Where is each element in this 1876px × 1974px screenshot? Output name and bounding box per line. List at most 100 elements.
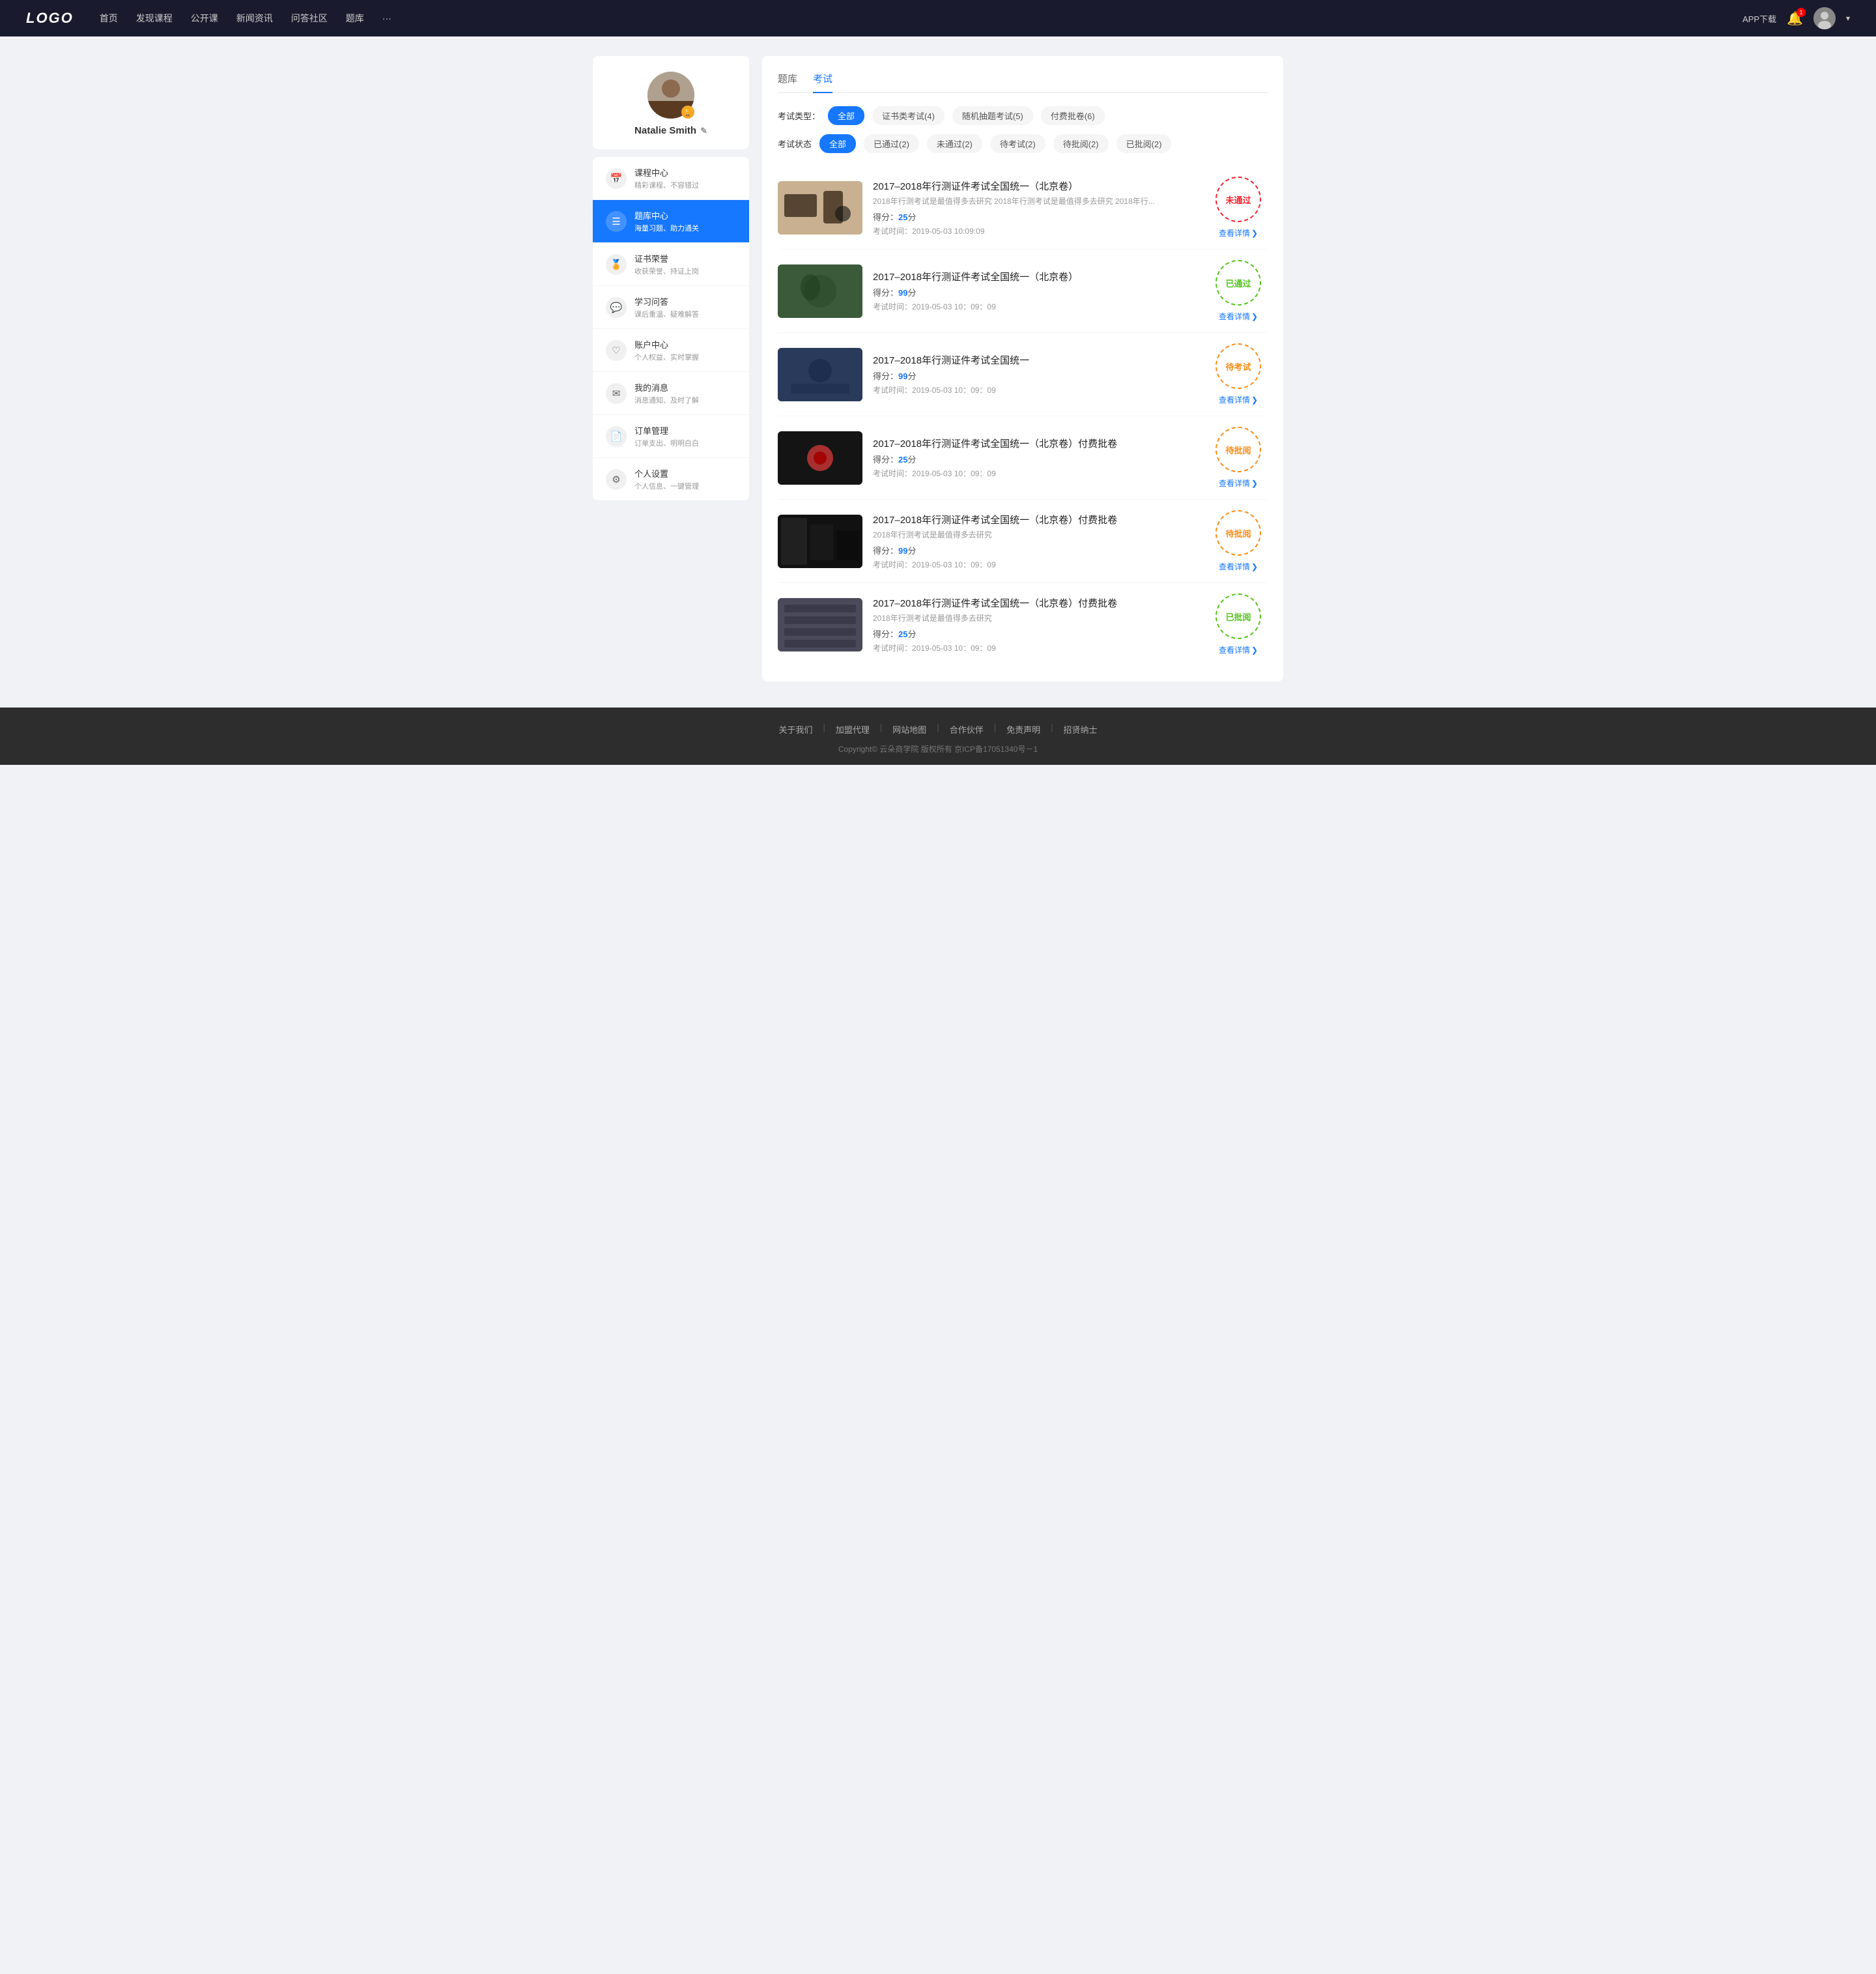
footer-links: 关于我们 | 加盟代理 | 网站地图 | 合作伙伴 | 免责声明 | 招贤纳士 — [13, 723, 1863, 736]
status-badge-5: 待批阅 — [1215, 510, 1261, 556]
exam-status-3: 待考试 查看详情 ❯ — [1209, 343, 1268, 405]
exam-info-3: 2017–2018年行测证件考试全国统一 得分：99分 考试时间：2019-05… — [873, 353, 1199, 395]
footer: 关于我们 | 加盟代理 | 网站地图 | 合作伙伴 | 免责声明 | 招贤纳士 … — [0, 708, 1876, 765]
type-filter-cert[interactable]: 证书类考试(4) — [872, 106, 945, 125]
footer-link-partner[interactable]: 合作伙伴 — [939, 723, 994, 736]
notification-bell[interactable]: 🔔 1 — [1787, 10, 1803, 27]
footer-link-agent[interactable]: 加盟代理 — [825, 723, 880, 736]
dropdown-arrow-icon[interactable]: ▾ — [1846, 14, 1850, 23]
certificate-icon: 🏅 — [606, 254, 627, 275]
exam-status-5: 待批阅 查看详情 ❯ — [1209, 510, 1268, 572]
sidebar-item-qa[interactable]: 💬 学习问答 课后重温、疑难解答 — [593, 286, 749, 329]
nav-news[interactable]: 新闻资讯 — [236, 12, 273, 25]
course-icon: 📅 — [606, 168, 627, 189]
message-title: 我的消息 — [634, 381, 699, 393]
footer-link-about[interactable]: 关于我们 — [768, 723, 823, 736]
table-row: 2017–2018年行测证件考试全国统一（北京卷）付费批卷 得分：25分 考试时… — [778, 416, 1268, 500]
exam-thumbnail-1 — [778, 181, 862, 235]
status-filter-passed[interactable]: 已通过(2) — [864, 134, 919, 153]
question-title: 题库中心 — [634, 209, 699, 222]
logo[interactable]: LOGO — [26, 10, 74, 27]
avatar[interactable] — [1813, 7, 1836, 29]
footer-link-recruit[interactable]: 招贤纳士 — [1053, 723, 1108, 736]
nav-home[interactable]: 首页 — [100, 12, 118, 25]
exam-detail-link-3[interactable]: 查看详情 ❯ — [1219, 394, 1258, 405]
sidebar-item-question[interactable]: ☰ 题库中心 海量习题、助力通关 — [593, 200, 749, 243]
exam-title-3: 2017–2018年行测证件考试全国统一 — [873, 353, 1199, 367]
status-filter-pending-review[interactable]: 待批阅(2) — [1053, 134, 1109, 153]
status-filter-pending-exam[interactable]: 待考试(2) — [990, 134, 1045, 153]
exam-info-2: 2017–2018年行测证件考试全国统一（北京卷） 得分：99分 考试时间：20… — [873, 270, 1199, 312]
status-filter-all[interactable]: 全部 — [819, 134, 856, 153]
nav-open[interactable]: 公开课 — [191, 12, 218, 25]
sidebar-item-certificate[interactable]: 🏅 证书荣誉 收获荣誉、持证上岗 — [593, 243, 749, 286]
nav-more[interactable]: ··· — [382, 13, 391, 23]
footer-link-disclaimer[interactable]: 免责声明 — [996, 723, 1051, 736]
status-filter-failed[interactable]: 未通过(2) — [927, 134, 982, 153]
footer-link-sitemap[interactable]: 网站地图 — [882, 723, 937, 736]
settings-subtitle: 个人信息、一键管理 — [634, 481, 699, 491]
exam-thumbnail-5 — [778, 515, 862, 568]
status-badge-4: 待批阅 — [1215, 427, 1261, 472]
exam-desc-6: 2018年行测考试是最值得多去研究 — [873, 612, 1166, 623]
type-filter-label: 考试类型： — [778, 109, 820, 122]
sidebar: 🏆 Natalie Smith ✎ 📅 课程中心 精彩课程、不容错过 ☰ 题库中… — [593, 56, 749, 681]
sidebar-item-course[interactable]: 📅 课程中心 精彩课程、不容错过 — [593, 157, 749, 200]
navbar-right: APP下载 🔔 1 ▾ — [1742, 7, 1850, 29]
status-filter-row: 考试状态 全部 已通过(2) 未通过(2) 待考试(2) 待批阅(2) 已批阅(… — [778, 134, 1268, 153]
content-area: 题库 考试 考试类型： 全部 证书类考试(4) 随机抽题考试(5) 付费批卷(6… — [762, 56, 1283, 681]
nav-discover[interactable]: 发现课程 — [136, 12, 173, 25]
status-badge-3: 待考试 — [1215, 343, 1261, 389]
type-filter-row: 考试类型： 全部 证书类考试(4) 随机抽题考试(5) 付费批卷(6) — [778, 106, 1268, 125]
footer-copyright: Copyright© 云朵商学院 版权所有 京ICP备17051340号－1 — [13, 743, 1863, 754]
exam-info-5: 2017–2018年行测证件考试全国统一（北京卷）付费批卷 2018年行测考试是… — [873, 513, 1199, 570]
exam-detail-link-1[interactable]: 查看详情 ❯ — [1219, 227, 1258, 238]
exam-score-4: 得分：25分 — [873, 453, 1199, 465]
exam-score-3: 得分：99分 — [873, 369, 1199, 382]
certificate-subtitle: 收获荣誉、持证上岗 — [634, 266, 699, 276]
exam-detail-link-5[interactable]: 查看详情 ❯ — [1219, 561, 1258, 572]
sidebar-item-settings[interactable]: ⚙ 个人设置 个人信息、一键管理 — [593, 458, 749, 500]
order-icon: 📄 — [606, 426, 627, 447]
exam-time-3: 考试时间：2019-05-03 10：09：09 — [873, 384, 1199, 395]
navbar: LOGO 首页 发现课程 公开课 新闻资讯 问答社区 题库 ··· APP下载 … — [0, 0, 1876, 36]
exam-list: 2017–2018年行测证件考试全国统一（北京卷） 2018年行测考试是最值得多… — [778, 166, 1268, 666]
status-badge-6: 已批阅 — [1215, 594, 1261, 639]
type-filter-paid[interactable]: 付费批卷(6) — [1041, 106, 1105, 125]
type-filter-random[interactable]: 随机抽题考试(5) — [952, 106, 1033, 125]
notification-badge: 1 — [1797, 8, 1806, 17]
qa-icon: 💬 — [606, 297, 627, 318]
order-subtitle: 订单支出、明明白白 — [634, 438, 699, 448]
exam-thumbnail-3 — [778, 348, 862, 401]
exam-time-4: 考试时间：2019-05-03 10：09：09 — [873, 468, 1199, 479]
exam-detail-link-2[interactable]: 查看详情 ❯ — [1219, 311, 1258, 322]
tab-question-bank[interactable]: 题库 — [778, 72, 797, 93]
account-icon: ♡ — [606, 340, 627, 361]
exam-detail-link-6[interactable]: 查看详情 ❯ — [1219, 644, 1258, 655]
username-text: Natalie Smith — [634, 125, 696, 136]
type-filter-all[interactable]: 全部 — [828, 106, 864, 125]
exam-score-6: 得分：25分 — [873, 627, 1199, 640]
edit-icon[interactable]: ✎ — [700, 126, 707, 136]
exam-desc-5: 2018年行测考试是最值得多去研究 — [873, 529, 1166, 540]
app-download-btn[interactable]: APP下载 — [1742, 12, 1776, 25]
order-title: 订单管理 — [634, 424, 699, 436]
top-tabs: 题库 考试 — [778, 72, 1268, 93]
status-filter-reviewed[interactable]: 已批阅(2) — [1116, 134, 1172, 153]
sidebar-item-message[interactable]: ✉ 我的消息 消息通知、及时了解 — [593, 372, 749, 415]
sidebar-username: Natalie Smith ✎ — [603, 125, 739, 136]
course-subtitle: 精彩课程、不容错过 — [634, 180, 699, 190]
table-row: 2017–2018年行测证件考试全国统一（北京卷）付费批卷 2018年行测考试是… — [778, 583, 1268, 666]
main-container: 🏆 Natalie Smith ✎ 📅 课程中心 精彩课程、不容错过 ☰ 题库中… — [580, 56, 1296, 681]
exam-thumbnail-4 — [778, 431, 862, 485]
avatar-badge: 🏆 — [681, 106, 694, 119]
nav-bank[interactable]: 题库 — [346, 12, 364, 25]
exam-score-2: 得分：99分 — [873, 286, 1199, 298]
question-subtitle: 海量习题、助力通关 — [634, 223, 699, 233]
exam-detail-link-4[interactable]: 查看详情 ❯ — [1219, 478, 1258, 489]
course-title: 课程中心 — [634, 166, 699, 179]
tab-exam[interactable]: 考试 — [813, 72, 832, 93]
nav-qa[interactable]: 问答社区 — [291, 12, 328, 25]
sidebar-item-order[interactable]: 📄 订单管理 订单支出、明明白白 — [593, 415, 749, 458]
sidebar-item-account[interactable]: ♡ 账户中心 个人权益、实时掌握 — [593, 329, 749, 372]
